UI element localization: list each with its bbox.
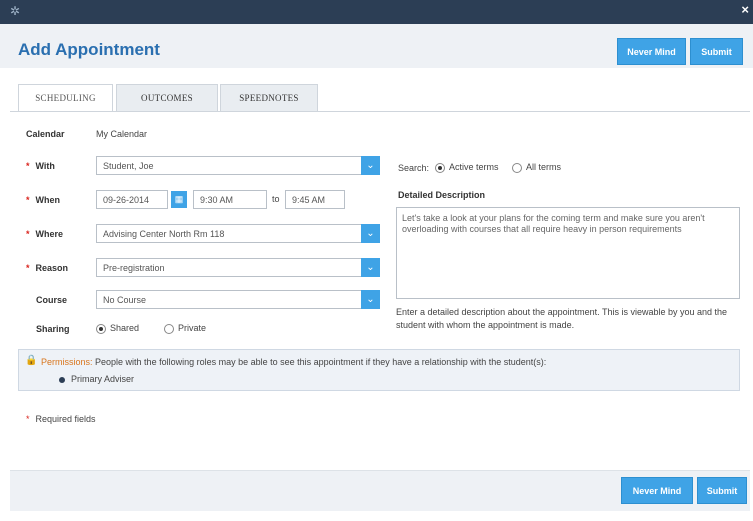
permissions-key: Permissions:	[41, 357, 93, 367]
sharing-label: Sharing	[36, 324, 70, 334]
chevron-down-icon[interactable]: ⌄	[361, 224, 380, 243]
submit-button[interactable]: Submit	[690, 38, 743, 65]
close-icon[interactable]: ×	[741, 2, 749, 17]
when-label: * When	[26, 195, 61, 205]
required-fields-note: * Required fields	[26, 414, 96, 424]
when-end-time-input[interactable]: 9:45 AM	[285, 190, 345, 209]
permissions-text: Permissions: People with the following r…	[41, 357, 546, 367]
never-mind-button[interactable]: Never Mind	[617, 38, 686, 65]
chevron-down-icon[interactable]: ⌄	[361, 290, 380, 309]
with-label: * With	[26, 161, 55, 171]
required-marker: *	[26, 229, 30, 239]
permissions-notice: 🔒 Permissions: People with the following…	[18, 349, 740, 391]
reason-label: * Reason	[26, 263, 69, 273]
where-label: * Where	[26, 229, 64, 239]
course-label: Course	[36, 295, 68, 305]
window-titlebar: ✲ ×	[0, 0, 753, 24]
sharing-shared-option[interactable]: Shared	[96, 323, 139, 334]
tab-divider	[10, 111, 750, 112]
footer-never-mind-button[interactable]: Never Mind	[621, 477, 693, 504]
permissions-role-item: Primary Adviser	[59, 374, 134, 384]
search-active-terms-option[interactable]: Active terms	[435, 162, 499, 173]
radio-icon[interactable]	[164, 323, 174, 334]
calendar-icon[interactable]: ▦	[171, 191, 187, 208]
search-all-terms-option[interactable]: All terms	[512, 162, 561, 173]
description-textarea[interactable]: Let's take a look at your plans for the …	[396, 207, 740, 299]
sharing-private-option[interactable]: Private	[164, 323, 206, 334]
when-date-input[interactable]: 09-26-2014	[96, 190, 168, 209]
calendar-label: Calendar	[26, 129, 65, 139]
description-label: Detailed Description	[398, 190, 486, 200]
description-help-text: Enter a detailed description about the a…	[396, 307, 728, 330]
required-marker: *	[26, 263, 30, 273]
bullet-icon	[59, 376, 65, 383]
search-label: Search:	[398, 163, 430, 173]
required-marker: *	[26, 161, 30, 171]
where-select-value: Advising Center North Rm 118	[103, 228, 225, 239]
where-select[interactable]: Advising Center North Rm 118 ⌄	[96, 224, 380, 243]
radio-selected-icon[interactable]	[96, 323, 106, 334]
radio-icon[interactable]	[512, 162, 522, 173]
lock-icon: 🔒	[25, 355, 38, 366]
footer-submit-button[interactable]: Submit	[697, 477, 747, 504]
tab-scheduling[interactable]: SCHEDULING	[18, 84, 113, 112]
dialog-footer: Never Mind Submit	[10, 471, 750, 511]
to-label: to	[272, 194, 280, 204]
when-start-time-input[interactable]: 9:30 AM	[193, 190, 267, 209]
calendar-value: My Calendar	[96, 129, 148, 139]
radio-selected-icon[interactable]	[435, 162, 445, 173]
tab-outcomes[interactable]: OUTCOMES	[116, 84, 218, 112]
tab-speednotes[interactable]: SPEEDNOTES	[220, 84, 318, 112]
reason-select[interactable]: Pre-registration ⌄	[96, 258, 380, 277]
course-select-value: No Course	[103, 294, 147, 305]
course-select[interactable]: No Course ⌄	[96, 290, 380, 309]
chevron-down-icon[interactable]: ⌄	[361, 156, 380, 175]
app-logo-icon: ✲	[10, 4, 21, 18]
page-title: Add Appointment	[18, 40, 160, 59]
required-marker: *	[26, 195, 30, 205]
reason-select-value: Pre-registration	[103, 262, 165, 273]
dialog-header: Add Appointment Never Mind Submit	[0, 24, 753, 68]
with-select-value: Student, Joe	[103, 160, 154, 171]
with-select[interactable]: Student, Joe ⌄	[96, 156, 380, 175]
required-marker: *	[26, 414, 30, 424]
permissions-message: People with the following roles may be a…	[95, 357, 547, 367]
chevron-down-icon[interactable]: ⌄	[361, 258, 380, 277]
